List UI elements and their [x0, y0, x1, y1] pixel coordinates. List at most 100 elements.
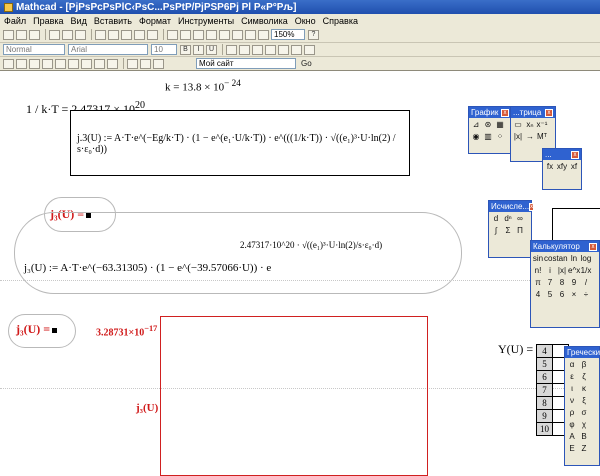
menu-tools[interactable]: Инструменты: [178, 16, 234, 26]
back-icon[interactable]: [127, 58, 138, 69]
subscript-icon[interactable]: [291, 44, 302, 55]
infix-icon[interactable]: xfy: [556, 161, 568, 173]
redo-icon[interactable]: [147, 29, 158, 40]
graph-palette[interactable]: График x ⊿ ⊛ ▦ ◉ ▥ ⁘: [468, 106, 512, 154]
insert-function-icon[interactable]: [193, 29, 204, 40]
close-icon[interactable]: x: [589, 242, 597, 251]
go-button[interactable]: Go: [301, 59, 312, 68]
url-combo[interactable]: Мой сайт: [196, 58, 296, 69]
scatter-3d-icon[interactable]: ⁘: [494, 131, 506, 143]
greek-key[interactable]: ξ: [578, 395, 590, 407]
polar-plot-icon[interactable]: ⊛: [482, 119, 494, 131]
menu-symbolics[interactable]: Символика: [241, 16, 288, 26]
greek-key[interactable]: ε: [566, 371, 578, 383]
calculus-palette[interactable]: Исчисле... x d dⁿ ∞ ∫ Σ Π: [488, 200, 535, 258]
greek-key[interactable]: α: [566, 359, 578, 371]
calc-key[interactable]: ln: [568, 253, 580, 265]
subscript-icon[interactable]: xₙ: [524, 119, 536, 131]
calc-key[interactable]: tan: [556, 253, 568, 265]
greek-key[interactable]: β: [578, 359, 590, 371]
programming-toolbar-icon[interactable]: [81, 58, 92, 69]
align-left-icon[interactable]: [226, 44, 237, 55]
calc-key[interactable]: 9: [568, 277, 580, 289]
graph-palette-titlebar[interactable]: График x: [469, 107, 511, 118]
transpose-icon[interactable]: Mᵀ: [536, 131, 548, 143]
greek-key[interactable]: κ: [578, 383, 590, 395]
open-icon[interactable]: [16, 29, 27, 40]
calc-key[interactable]: cos: [544, 253, 556, 265]
determinant-icon[interactable]: |x|: [512, 131, 524, 143]
3d-bar-icon[interactable]: ▥: [482, 131, 494, 143]
matrix-palette-titlebar[interactable]: ...трица x: [511, 107, 555, 118]
calc-key[interactable]: 8: [556, 277, 568, 289]
menu-view[interactable]: Вид: [71, 16, 87, 26]
calc-key[interactable]: 7: [544, 277, 556, 289]
calc-key[interactable]: sin: [532, 253, 544, 265]
paste-icon[interactable]: [121, 29, 132, 40]
forward-icon[interactable]: [140, 58, 151, 69]
symbolic-toolbar-icon[interactable]: [107, 58, 118, 69]
close-icon[interactable]: x: [501, 108, 509, 117]
greek-palette-titlebar[interactable]: Греческий: [565, 347, 600, 358]
calc-key[interactable]: log: [580, 253, 592, 265]
j3-definition-box[interactable]: j.3(U) := A·T·e^(−Eg/k·T) · (1 − e^(e₁·U…: [70, 110, 410, 176]
product-icon[interactable]: Π: [514, 225, 526, 237]
greek-key[interactable]: ζ: [578, 371, 590, 383]
infinity-icon[interactable]: ∞: [514, 213, 526, 225]
greek-key[interactable]: ι: [566, 383, 578, 395]
equals-icon[interactable]: [219, 29, 230, 40]
greek-toolbar-icon[interactable]: [94, 58, 105, 69]
evaluation-palette-titlebar[interactable]: ... x: [543, 149, 581, 160]
boolean-toolbar-icon[interactable]: [68, 58, 79, 69]
vectorize-icon[interactable]: →: [524, 131, 536, 143]
calculator-toolbar-icon[interactable]: [3, 58, 14, 69]
insert-unit-icon[interactable]: [206, 29, 217, 40]
evaluation-toolbar-icon[interactable]: [42, 58, 53, 69]
contour-plot-icon[interactable]: ◉: [470, 131, 482, 143]
j3-eval2[interactable]: j₃(U) =: [16, 322, 58, 337]
calc-key[interactable]: i: [544, 265, 556, 277]
evaluation-palette[interactable]: ... x fx xfy xf: [542, 148, 582, 190]
menu-edit[interactable]: Правка: [33, 16, 63, 26]
plot-area[interactable]: [160, 316, 428, 476]
greek-key[interactable]: χ: [578, 419, 590, 431]
graph-icon[interactable]: [232, 29, 243, 40]
calc-key[interactable]: 4: [532, 289, 544, 301]
greek-key[interactable]: Ζ: [578, 443, 590, 455]
greek-key[interactable]: ν: [566, 395, 578, 407]
align-icon[interactable]: [167, 29, 178, 40]
font-select[interactable]: Arial: [68, 44, 148, 55]
bullets-icon[interactable]: [265, 44, 276, 55]
calc-key[interactable]: 6: [556, 289, 568, 301]
menu-window[interactable]: Окно: [295, 16, 316, 26]
align-right-icon[interactable]: [252, 44, 263, 55]
greek-key[interactable]: Ε: [566, 443, 578, 455]
nth-derivative-icon[interactable]: dⁿ: [502, 213, 514, 225]
size-select[interactable]: 10: [151, 44, 177, 55]
greek-key[interactable]: Β: [578, 431, 590, 443]
postfix-icon[interactable]: xf: [568, 161, 580, 173]
calc-key[interactable]: π: [532, 277, 544, 289]
bold-icon[interactable]: B: [180, 44, 191, 55]
calc-key[interactable]: n!: [532, 265, 544, 277]
greek-key[interactable]: φ: [566, 419, 578, 431]
close-icon[interactable]: x: [571, 150, 579, 159]
spellcheck-icon[interactable]: [75, 29, 86, 40]
calc-key[interactable]: e^x: [568, 265, 580, 277]
surface-plot-icon[interactable]: ▦: [494, 119, 506, 131]
cut-icon[interactable]: [95, 29, 106, 40]
calculus-toolbar-icon[interactable]: [55, 58, 66, 69]
greek-palette[interactable]: Греческий α β ε ζ ι κ ν ξ ρ σ φ χ Α Β Ε …: [564, 346, 600, 466]
copy-icon[interactable]: [108, 29, 119, 40]
calc-key[interactable]: 5: [544, 289, 556, 301]
close-icon[interactable]: x: [545, 108, 553, 117]
calc-key[interactable]: 1/x: [580, 265, 592, 277]
graph-toolbar-icon[interactable]: [16, 58, 27, 69]
calc-key[interactable]: |x|: [556, 265, 568, 277]
calc-key[interactable]: /: [580, 277, 592, 289]
matrix-icon[interactable]: ▭: [512, 119, 524, 131]
greek-key[interactable]: Α: [566, 431, 578, 443]
menu-insert[interactable]: Вставить: [94, 16, 132, 26]
calculus-palette-titlebar[interactable]: Исчисле... x: [489, 201, 535, 212]
derivative-icon[interactable]: d: [490, 213, 502, 225]
